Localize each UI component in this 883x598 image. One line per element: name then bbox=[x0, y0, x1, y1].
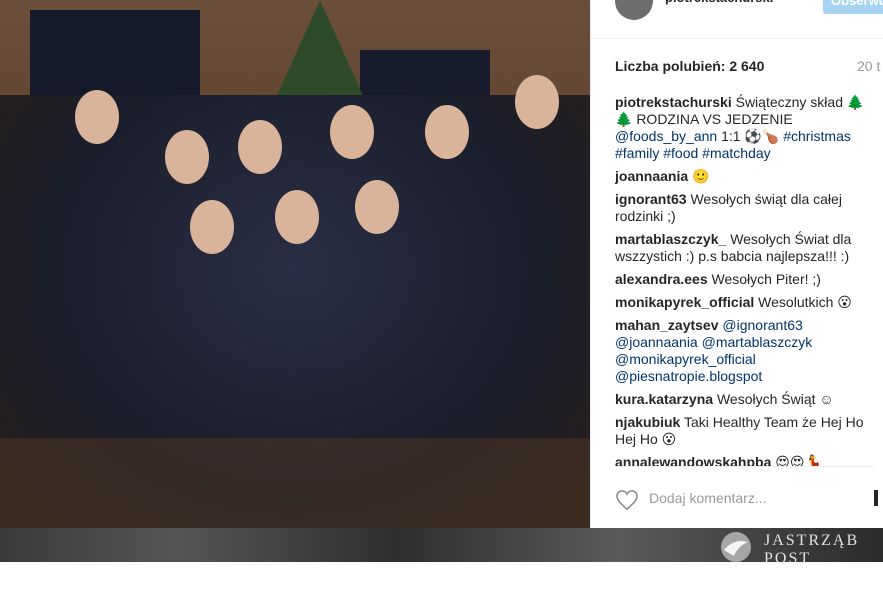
comment: njakubiuk Taki Healthy Team że Hej Ho He… bbox=[615, 414, 877, 448]
face bbox=[275, 190, 319, 244]
comment-username[interactable]: joannaania bbox=[615, 168, 688, 184]
face bbox=[190, 200, 234, 254]
comment: martablaszczyk_ Wesołych Świat dla wszzy… bbox=[615, 231, 877, 265]
watermark-line1: JASTRZĄB bbox=[764, 532, 860, 549]
more-options-icon[interactable] bbox=[874, 490, 878, 506]
face bbox=[330, 105, 374, 159]
comment-username[interactable]: kura.katarzyna bbox=[615, 391, 713, 407]
comment-username[interactable]: ignorant63 bbox=[615, 191, 687, 207]
comment-text: Wesołych Piter! ;) bbox=[711, 271, 821, 287]
add-comment-input[interactable]: Dodaj komentarz... bbox=[649, 490, 767, 506]
caption-username[interactable]: piotrekstachurski bbox=[615, 94, 732, 110]
face bbox=[355, 180, 399, 234]
comments-list[interactable]: piotrekstachurski Świąteczny skład 🌲🌲 RO… bbox=[615, 94, 877, 466]
comment: mahan_zaytsev @ignorant63 @joannaania @m… bbox=[615, 317, 877, 385]
comment-text: 😍😍💃 bbox=[775, 454, 822, 466]
post-time[interactable]: 20 t bbox=[857, 58, 880, 74]
follow-button[interactable]: Obserwuj bbox=[823, 0, 883, 14]
comment: kura.katarzyna Wesołych Świąt ☺ bbox=[615, 391, 877, 408]
comment-username[interactable]: annalewandowskahpba bbox=[615, 454, 771, 466]
comment-username[interactable]: njakubiuk bbox=[615, 414, 680, 430]
comment-username[interactable]: martablaszczyk_ bbox=[615, 231, 726, 247]
comment-text: Wesolutkich 😮 bbox=[758, 294, 852, 310]
comment-text: 🙂 bbox=[692, 168, 710, 184]
comments-panel: piotrekstachurski Obserwuj Liczba polubi… bbox=[590, 0, 883, 528]
caption-score: 1:1 ⚽🍗 bbox=[721, 128, 784, 144]
comment-text: Wesołych Świąt ☺ bbox=[716, 391, 834, 407]
watermark-line2: POST bbox=[764, 550, 812, 567]
comment-username[interactable]: mahan_zaytsev bbox=[615, 317, 719, 333]
comment-username[interactable]: alexandra.ees bbox=[615, 271, 708, 287]
bird-logo-icon bbox=[721, 532, 751, 562]
header-username[interactable]: piotrekstachurski bbox=[665, 0, 773, 5]
heart-icon[interactable] bbox=[616, 490, 638, 510]
face bbox=[515, 75, 559, 129]
likes-count[interactable]: Liczba polubień: 2 640 bbox=[615, 58, 764, 74]
comment: joannaania 🙂 bbox=[615, 168, 877, 185]
caption-mention[interactable]: @foods_by_ann bbox=[615, 128, 717, 144]
comment: annalewandowskahpba 😍😍💃 bbox=[615, 454, 877, 466]
face bbox=[425, 105, 469, 159]
watermark-text: JASTRZĄB POST bbox=[764, 532, 859, 568]
floor bbox=[0, 438, 590, 528]
caption: piotrekstachurski Świąteczny skład 🌲🌲 RO… bbox=[615, 94, 877, 162]
avatar[interactable] bbox=[615, 0, 653, 20]
face bbox=[238, 120, 282, 174]
divider bbox=[615, 466, 875, 467]
comment: ignorant63 Wesołych świąt dla całej rodz… bbox=[615, 191, 877, 225]
comment-username[interactable]: monikapyrek_official bbox=[615, 294, 754, 310]
watermark-logo: JASTRZĄB POST bbox=[716, 530, 883, 567]
post-header: piotrekstachurski Obserwuj bbox=[591, 0, 883, 39]
post-photo[interactable] bbox=[0, 0, 590, 528]
comment: monikapyrek_official Wesolutkich 😮 bbox=[615, 294, 877, 311]
comment: alexandra.ees Wesołych Piter! ;) bbox=[615, 271, 877, 288]
face bbox=[75, 90, 119, 144]
face bbox=[165, 130, 209, 184]
